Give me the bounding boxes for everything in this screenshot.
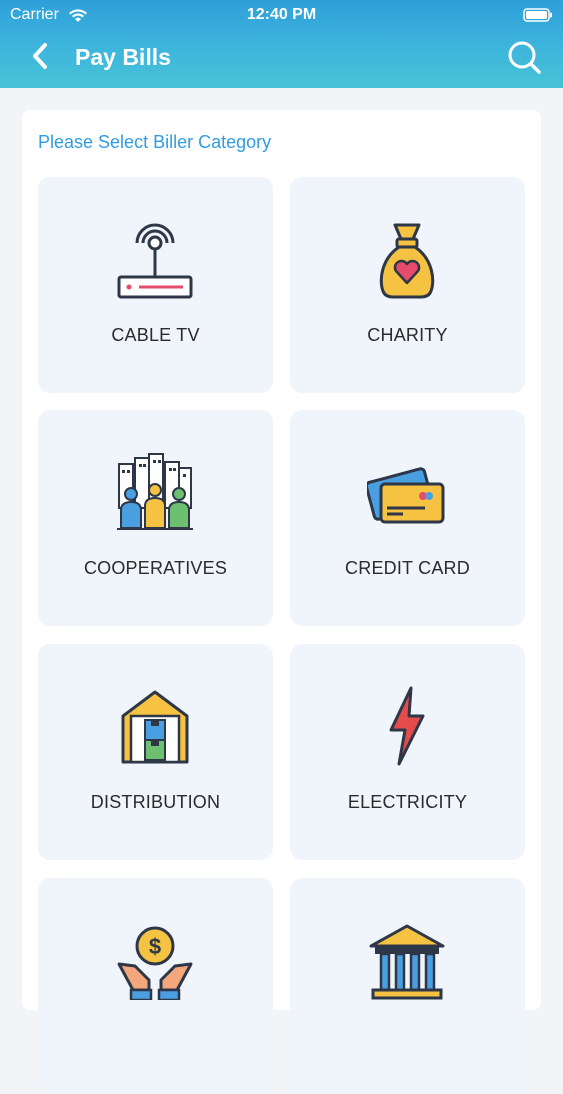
warehouse-icon bbox=[121, 690, 189, 764]
category-label: CREDIT CARD bbox=[345, 558, 470, 578]
lightning-icon bbox=[389, 686, 425, 766]
battery-icon bbox=[523, 8, 552, 22]
category-label: ELECTRICITY bbox=[347, 792, 468, 812]
category-tile-electricity[interactable]: ELECTRICITY bbox=[290, 644, 525, 860]
category-tile-loans[interactable]: $ bbox=[38, 878, 273, 1094]
category-label: DISTRIBUTION bbox=[90, 792, 221, 812]
category-tile-cable-tv[interactable]: CABLE TV bbox=[38, 177, 273, 393]
page-title: Pay Bills bbox=[75, 44, 171, 70]
category-label: COOPERATIVES bbox=[83, 558, 228, 578]
people-city-icon bbox=[117, 453, 193, 530]
category-tile-government[interactable] bbox=[290, 878, 525, 1094]
category-tile-distribution[interactable]: DISTRIBUTION bbox=[38, 644, 273, 860]
search-icon[interactable] bbox=[507, 40, 541, 74]
router-antenna-icon bbox=[117, 223, 193, 299]
category-tile-charity[interactable]: CHARITY bbox=[290, 177, 525, 393]
chevron-left-icon[interactable] bbox=[30, 42, 52, 70]
hands-coin-icon: $ bbox=[117, 926, 193, 1000]
svg-text:$: $ bbox=[149, 934, 161, 959]
category-tile-credit-card[interactable]: CREDIT CARD bbox=[290, 410, 525, 626]
credit-card-icon bbox=[367, 467, 445, 524]
charity-bag-icon bbox=[379, 223, 435, 299]
category-label: CHARITY bbox=[367, 325, 448, 345]
app-header: Carrier 12:40 PM Pay Bills bbox=[0, 0, 563, 88]
category-tile-cooperatives[interactable]: COOPERATIVES bbox=[38, 410, 273, 626]
bank-icon bbox=[369, 924, 445, 1000]
category-label: CABLE TV bbox=[111, 325, 200, 345]
clock: 12:40 PM bbox=[246, 6, 317, 23]
section-title: Please Select Biller Category bbox=[38, 132, 272, 152]
status-bar: Carrier 12:40 PM bbox=[0, 6, 563, 26]
